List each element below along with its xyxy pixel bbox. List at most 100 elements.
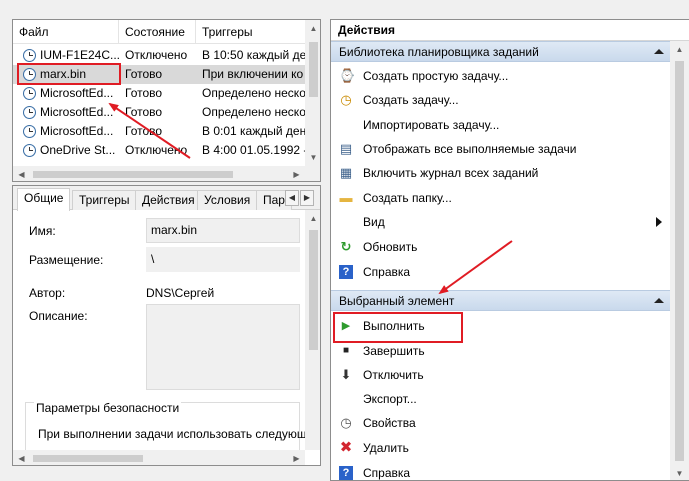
task-row[interactable]: MicrosoftEd... Готово Определено неско [13, 103, 305, 122]
action-label: Справка [363, 466, 411, 480]
library-group-header[interactable]: Библиотека планировщика заданий [331, 41, 670, 62]
scrollbar-corner [305, 166, 320, 181]
task-row[interactable]: OneDrive St... Отключено В 4:00 01.05.19… [13, 141, 305, 160]
selected-item-group-title: Выбранный элемент [339, 294, 455, 308]
actions-title: Действия [331, 20, 689, 41]
action-label: Отображать все выполняемые задачи [363, 142, 577, 156]
collapse-icon[interactable] [654, 298, 664, 303]
action-enable-history[interactable]: ▦ Включить журнал всех заданий [331, 161, 670, 185]
action-label: Включить журнал всех заданий [363, 166, 539, 180]
action-refresh[interactable]: ↻ Обновить [331, 235, 670, 259]
details-vertical-scrollbar[interactable]: ▲ [305, 210, 320, 450]
scroll-down-arrow-icon[interactable]: ▼ [671, 465, 688, 480]
name-field[interactable]: marx.bin [146, 218, 300, 243]
task-row[interactable]: MicrosoftEd... Готово В 0:01 каждый день [13, 122, 305, 141]
tab-actions[interactable]: Действия [135, 190, 202, 210]
details-horizontal-scrollbar[interactable]: ◀ ▶ [13, 450, 305, 465]
action-view[interactable]: Вид [331, 210, 670, 234]
scroll-thumb[interactable] [33, 171, 233, 178]
action-label: Справка [363, 265, 411, 279]
location-label: Размещение: [29, 253, 104, 267]
actions-panel: Действия Библиотека планировщика заданий… [330, 19, 689, 481]
task-trigger: При включении ко [202, 67, 304, 81]
new-folder-icon: ▬ [339, 190, 353, 205]
selected-item-group-header[interactable]: Выбранный элемент [331, 290, 670, 311]
action-label: Создать простую задачу... [363, 69, 509, 83]
library-group-title: Библиотека планировщика заданий [339, 45, 539, 59]
task-state: Готово [125, 124, 163, 138]
task-trigger: В 10:50 каждый ден [202, 48, 305, 62]
scroll-thumb[interactable] [675, 61, 684, 461]
action-export[interactable]: Экспорт... [331, 387, 670, 411]
create-basic-task-icon: ⌚ [339, 68, 356, 83]
action-label: Создать папку... [363, 191, 452, 205]
scroll-left-arrow-icon[interactable]: ◀ [13, 450, 30, 465]
task-clock-icon [23, 144, 36, 157]
actions-vertical-scrollbar[interactable]: ▲ ▼ [670, 41, 689, 480]
scroll-right-arrow-icon[interactable]: ▶ [288, 166, 305, 181]
action-help-selected[interactable]: ? Справка [331, 461, 670, 480]
collapse-icon[interactable] [654, 49, 664, 54]
task-list[interactable]: Файл Состояние Триггеры IUM-F1E24C... От… [12, 19, 321, 182]
scroll-thumb[interactable] [309, 230, 318, 350]
action-show-running-tasks[interactable]: ▤ Отображать все выполняемые задачи [331, 137, 670, 161]
create-task-icon: ◷ [340, 92, 352, 107]
scroll-up-arrow-icon[interactable]: ▲ [305, 210, 320, 227]
task-details-panel: Общие Триггеры Действия Условия Пар ◀ ▶ … [12, 185, 321, 466]
task-trigger: Определено неско [202, 86, 305, 100]
help-icon: ? [339, 466, 353, 480]
scroll-thumb[interactable] [309, 42, 318, 97]
action-new-folder[interactable]: ▬ Создать папку... [331, 186, 670, 210]
description-field[interactable] [146, 304, 300, 390]
action-properties[interactable]: ◷ Свойства [331, 411, 670, 435]
action-import-task[interactable]: Импортировать задачу... [331, 113, 670, 137]
task-row[interactable]: MicrosoftEd... Готово Определено неско [13, 84, 305, 103]
scroll-right-arrow-icon[interactable]: ▶ [288, 450, 305, 465]
task-name: MicrosoftEd... [40, 124, 114, 138]
column-header-state[interactable]: Состояние [119, 20, 196, 44]
action-help[interactable]: ? Справка [331, 260, 670, 284]
highlight-box-run [333, 312, 463, 343]
task-list-horizontal-scrollbar[interactable]: ◀ ▶ [13, 166, 305, 181]
task-list-vertical-scrollbar[interactable]: ▲ ▼ [305, 20, 320, 166]
running-tasks-icon: ▤ [339, 141, 353, 156]
task-name: MicrosoftEd... [40, 86, 114, 100]
scroll-thumb[interactable] [33, 455, 143, 462]
help-icon: ? [339, 265, 353, 279]
action-disable[interactable]: ⬇ Отключить [331, 363, 670, 387]
task-clock-icon [23, 125, 36, 138]
details-tabs: Общие Триггеры Действия Условия Пар ◀ ▶ [13, 186, 320, 211]
security-options-text: При выполнении задачи использовать следу… [38, 427, 307, 441]
highlight-box-task [17, 63, 121, 85]
tab-scroll-left-icon[interactable]: ◀ [285, 190, 299, 206]
submenu-arrow-icon [656, 217, 662, 227]
task-state: Отключено [125, 143, 188, 157]
action-create-task[interactable]: ◷ Создать задачу... [331, 88, 670, 112]
action-label: Вид [363, 215, 385, 229]
action-label: Свойства [363, 416, 416, 430]
column-header-triggers[interactable]: Триггеры [196, 20, 305, 44]
action-create-basic-task[interactable]: ⌚ Создать простую задачу... [331, 64, 670, 88]
tab-general[interactable]: Общие [17, 188, 71, 211]
column-header-file[interactable]: Файл [13, 20, 119, 44]
tab-scroll-right-icon[interactable]: ▶ [300, 190, 314, 206]
tab-conditions[interactable]: Условия [197, 190, 258, 210]
scroll-left-arrow-icon[interactable]: ◀ [13, 166, 30, 181]
refresh-icon: ↻ [340, 239, 352, 254]
delete-icon: ✖ [339, 439, 353, 456]
action-label: Удалить [363, 441, 409, 455]
action-delete[interactable]: ✖ Удалить [331, 436, 670, 460]
action-label: Отключить [363, 368, 424, 382]
scroll-up-arrow-icon[interactable]: ▲ [671, 41, 688, 58]
name-label: Имя: [29, 224, 56, 238]
properties-icon: ◷ [340, 415, 352, 430]
scroll-up-arrow-icon[interactable]: ▲ [305, 20, 320, 37]
task-state: Готово [125, 67, 163, 81]
security-options-title: Параметры безопасности [34, 401, 182, 415]
scroll-down-arrow-icon[interactable]: ▼ [305, 149, 320, 166]
tab-triggers[interactable]: Триггеры [72, 190, 137, 210]
description-label: Описание: [29, 309, 88, 323]
author-label: Автор: [29, 286, 66, 300]
task-name: MicrosoftEd... [40, 105, 114, 119]
location-field[interactable]: \ [146, 247, 300, 272]
